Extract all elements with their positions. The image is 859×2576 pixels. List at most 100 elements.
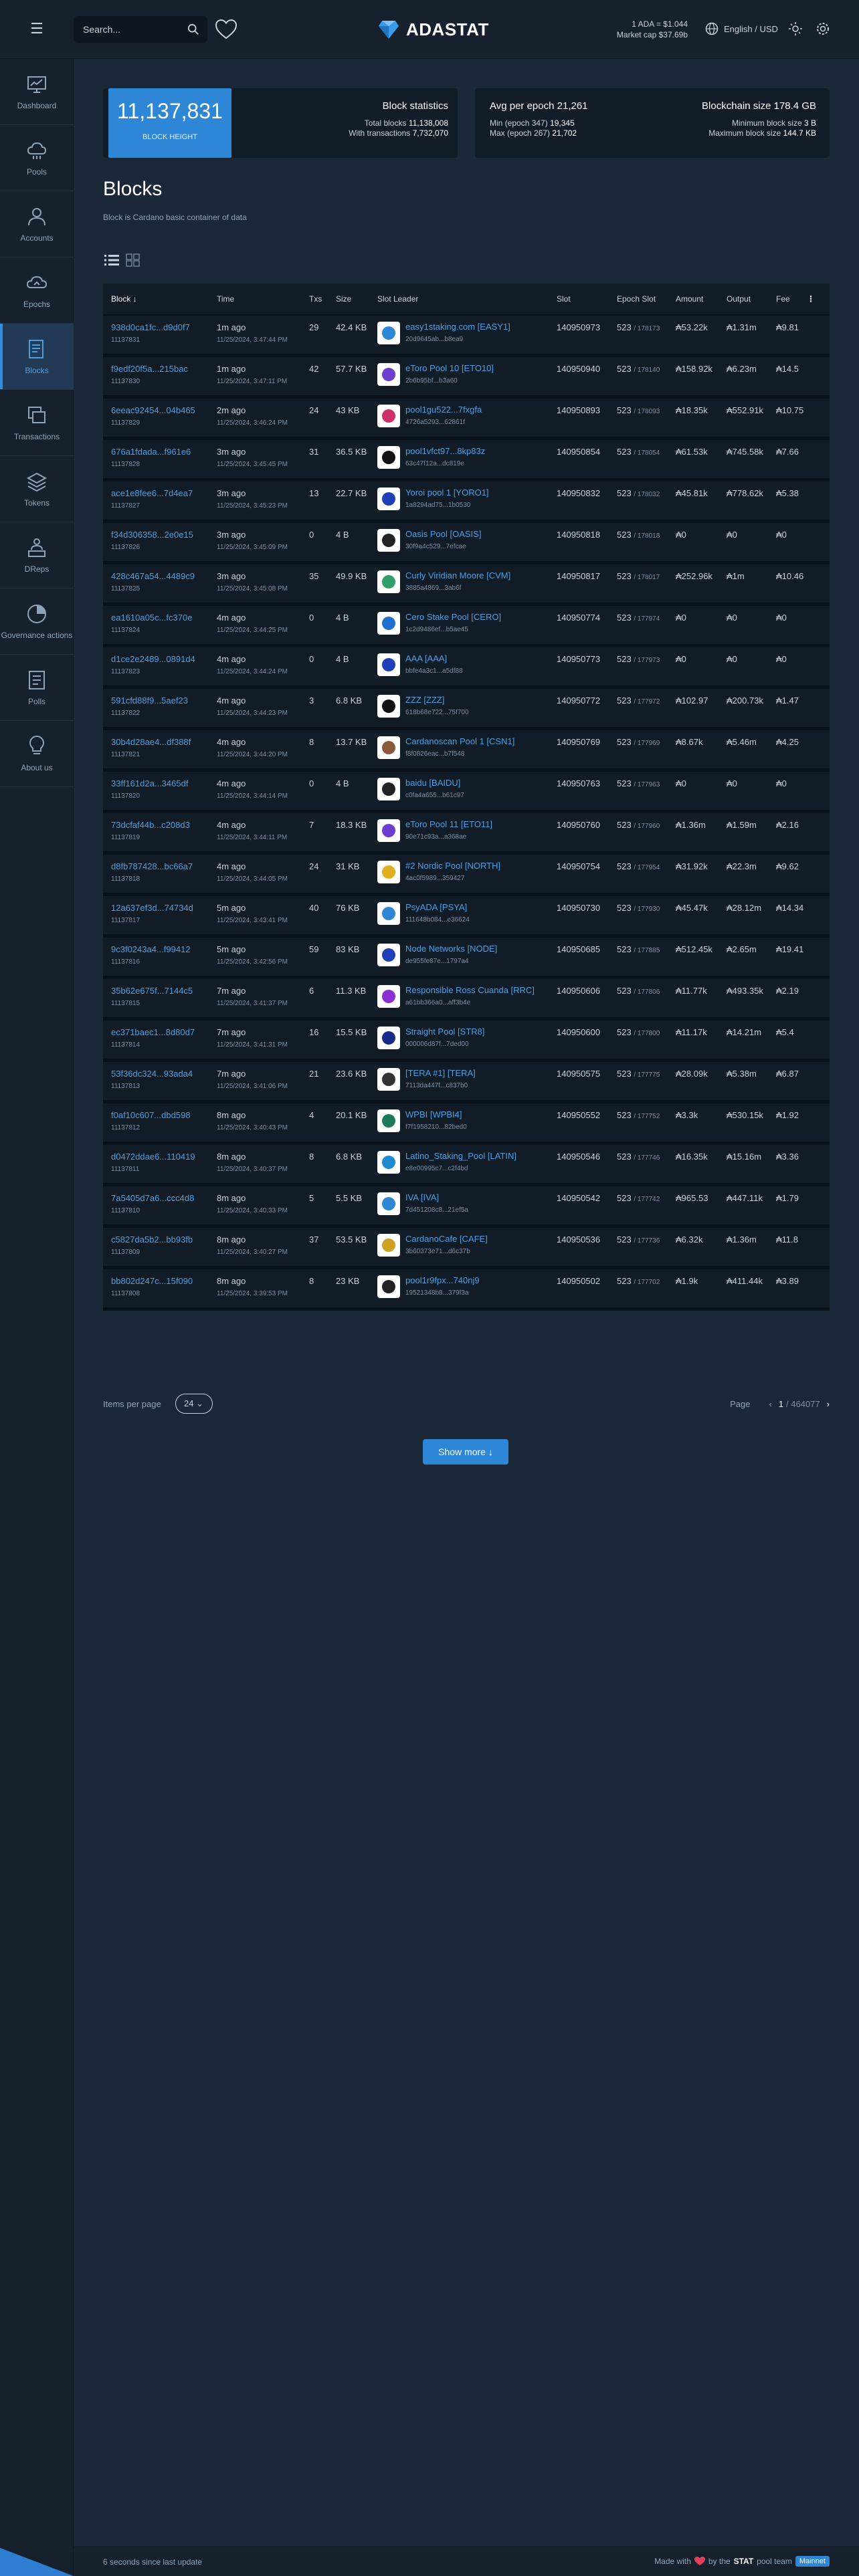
block-hash-link[interactable]: d1ce2e2489...0891d4 [111, 654, 209, 665]
header-time[interactable]: Time [209, 294, 301, 304]
epoch-link[interactable]: 523 [617, 695, 632, 706]
sidebar-item-tokens[interactable]: Tokens [0, 456, 74, 522]
pool-logo[interactable] [377, 363, 400, 386]
logo[interactable]: ADASTAT [378, 17, 489, 41]
pool-name-link[interactable]: Yoroi pool 1 [YORO1] [405, 488, 489, 498]
pool-logo[interactable] [377, 1275, 400, 1298]
list-view-icon[interactable] [104, 253, 119, 267]
pool-name-link[interactable]: Straight Pool [STR8] [405, 1027, 485, 1037]
sidebar-item-epochs[interactable]: Epochs [0, 257, 74, 324]
pool-name-link[interactable]: baidu [BAIDU] [405, 778, 464, 788]
epoch-link[interactable]: 523 [617, 571, 632, 581]
header-fee[interactable]: Fee ⋮ [768, 294, 822, 304]
pool-name-link[interactable]: ZZZ [ZZZ] [405, 695, 469, 706]
block-hash-link[interactable]: d0472ddae6...110419 [111, 1152, 209, 1162]
pool-logo[interactable] [377, 861, 400, 883]
block-hash-link[interactable]: f0af10c607...dbd598 [111, 1110, 209, 1121]
block-hash-link[interactable]: ec371baec1...8d80d7 [111, 1027, 209, 1038]
sidebar-item-transactions[interactable]: Transactions [0, 390, 74, 456]
epoch-link[interactable]: 523 [617, 405, 632, 415]
block-hash-link[interactable]: 591cfd88f9...5aef23 [111, 695, 209, 706]
pool-logo[interactable] [377, 1192, 400, 1215]
search-input[interactable] [83, 21, 183, 37]
block-hash-link[interactable]: 676a1fdada...f961e6 [111, 447, 209, 457]
pool-name-link[interactable]: IVA [IVA] [405, 1192, 468, 1203]
epoch-link[interactable]: 523 [617, 861, 632, 871]
pool-name-link[interactable]: Curly Viridian Moore [CVM] [405, 570, 510, 581]
epoch-link[interactable]: 523 [617, 530, 632, 540]
epoch-link[interactable]: 523 [617, 903, 632, 913]
pool-name-link[interactable]: pool1vfct97...8kp83z [405, 446, 485, 457]
next-page-icon[interactable]: › [827, 1399, 830, 1409]
sidebar-item-pools[interactable]: Pools [0, 125, 74, 191]
epoch-link[interactable]: 523 [617, 447, 632, 457]
theme-toggle-icon[interactable] [788, 21, 803, 36]
epoch-link[interactable]: 523 [617, 820, 632, 830]
pool-name-link[interactable]: Cardanoscan Pool 1 [CSN1] [405, 736, 514, 747]
pool-name-link[interactable]: Oasis Pool [OASIS] [405, 529, 481, 540]
header-size[interactable]: Size [328, 294, 369, 304]
epoch-link[interactable]: 523 [617, 1276, 632, 1286]
epoch-link[interactable]: 523 [617, 737, 632, 747]
epoch-link[interactable]: 523 [617, 322, 632, 332]
pool-name-link[interactable]: eToro Pool 11 [ETO11] [405, 819, 492, 830]
epoch-link[interactable]: 523 [617, 1069, 632, 1079]
pool-logo[interactable] [377, 653, 400, 676]
sidebar-item-governance-actions[interactable]: Governance actions [0, 588, 74, 655]
prev-page-icon[interactable]: ‹ [769, 1399, 771, 1409]
pool-logo[interactable] [377, 1068, 400, 1091]
block-hash-link[interactable]: 938d0ca1fc...d9d0f7 [111, 322, 209, 333]
pool-name-link[interactable]: Responsible Ross Cuanda [RRC] [405, 985, 535, 996]
epoch-link[interactable]: 523 [617, 1235, 632, 1245]
pool-logo[interactable] [377, 1234, 400, 1257]
heart-icon[interactable] [214, 17, 238, 41]
pool-logo[interactable] [377, 405, 400, 427]
block-hash-link[interactable]: ace1e8fee6...7d4ea7 [111, 488, 209, 499]
block-hash-link[interactable]: c5827da5b2...bb93fb [111, 1235, 209, 1245]
epoch-link[interactable]: 523 [617, 613, 632, 623]
block-hash-link[interactable]: ea1610a05c...fc370e [111, 613, 209, 623]
block-hash-link[interactable]: 33ff161d2a...3465df [111, 778, 209, 789]
pool-name-link[interactable]: Node Networks [NODE] [405, 944, 497, 954]
epoch-link[interactable]: 523 [617, 944, 632, 954]
header-txs[interactable]: Txs [301, 294, 328, 304]
header-slot-leader[interactable]: Slot Leader [369, 294, 549, 304]
sidebar-item-dreps[interactable]: DReps [0, 522, 74, 588]
pool-logo[interactable] [377, 612, 400, 635]
header-output[interactable]: Output [719, 294, 768, 304]
block-hash-link[interactable]: 30b4d28ae4...df388f [111, 737, 209, 748]
pool-name-link[interactable]: WPBI [WPBI4] [405, 1109, 467, 1120]
items-per-page-select[interactable]: 24 ⌄ [175, 1394, 213, 1414]
pool-name-link[interactable]: PsyADA [PSYA] [405, 902, 470, 913]
pool-logo[interactable] [377, 695, 400, 718]
epoch-link[interactable]: 523 [617, 778, 632, 788]
pool-logo[interactable] [377, 529, 400, 552]
pool-name-link[interactable]: Latino_Staking_Pool [LATIN] [405, 1151, 516, 1162]
block-hash-link[interactable]: 12a637ef3d...74734d [111, 903, 209, 914]
language-selector[interactable]: English / USD [705, 22, 778, 35]
epoch-link[interactable]: 523 [617, 1027, 632, 1037]
header-amount[interactable]: Amount [668, 294, 719, 304]
pool-logo[interactable] [377, 488, 400, 510]
epoch-link[interactable]: 523 [617, 1110, 632, 1120]
header-block[interactable]: Block ↓ [103, 294, 209, 304]
pool-name-link[interactable]: [TERA #1] [TERA] [405, 1068, 476, 1079]
team-name[interactable]: STAT [734, 2557, 754, 2566]
block-hash-link[interactable]: d8fb787428...bc66a7 [111, 861, 209, 872]
epoch-link[interactable]: 523 [617, 654, 632, 664]
pool-logo[interactable] [377, 322, 400, 344]
epoch-link[interactable]: 523 [617, 986, 632, 996]
pool-logo[interactable] [377, 902, 400, 925]
block-hash-link[interactable]: f9edf20f5a...215bac [111, 364, 209, 374]
block-hash-link[interactable]: 73dcfaf44b...c208d3 [111, 820, 209, 831]
pool-logo[interactable] [377, 819, 400, 842]
pool-logo[interactable] [377, 1151, 400, 1174]
pool-name-link[interactable]: pool1r9fpx...740nj9 [405, 1275, 480, 1286]
pool-logo[interactable] [377, 1109, 400, 1132]
column-options-icon[interactable]: ⋮ [807, 294, 815, 304]
block-hash-link[interactable]: 7a5405d7a6...ccc4d8 [111, 1193, 209, 1204]
pool-logo[interactable] [377, 985, 400, 1008]
epoch-link[interactable]: 523 [617, 1152, 632, 1162]
block-hash-link[interactable]: 428c467a54...4489c9 [111, 571, 209, 582]
pool-name-link[interactable]: pool1gu522...7fxgfa [405, 405, 482, 415]
